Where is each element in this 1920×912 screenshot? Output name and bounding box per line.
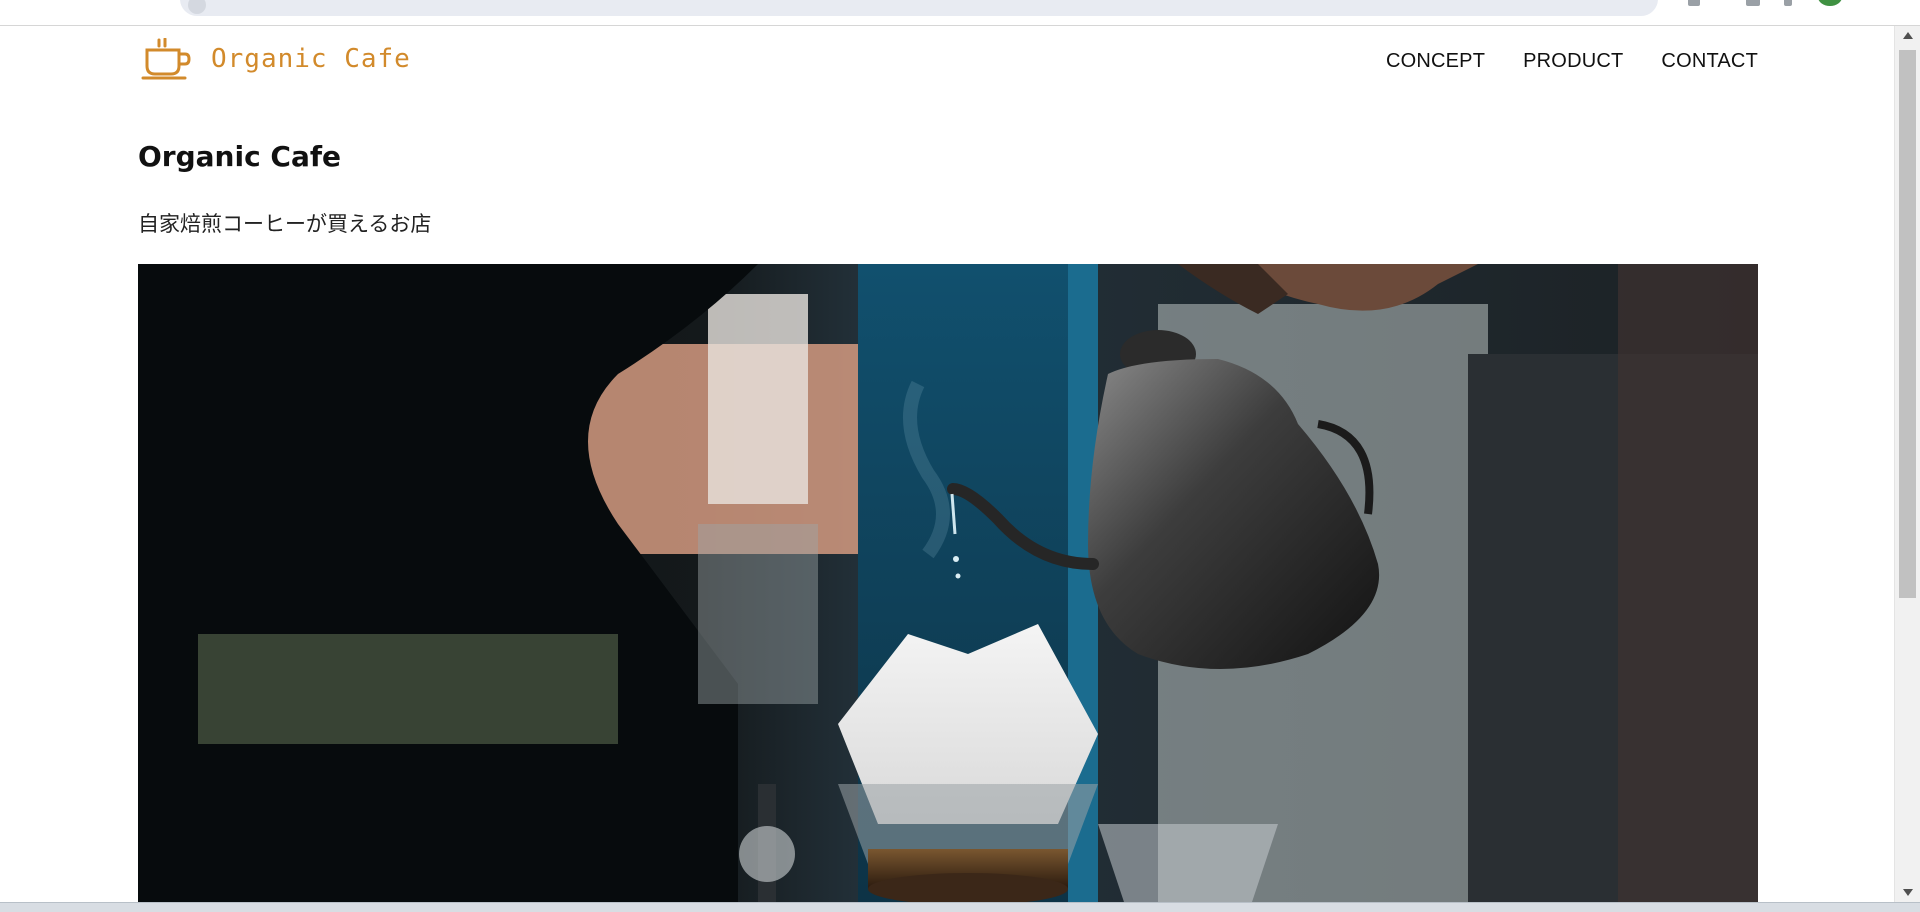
scroll-down-arrow-icon[interactable] xyxy=(1903,889,1913,896)
nav-contact[interactable]: CONTACT xyxy=(1661,50,1758,73)
profile-avatar[interactable] xyxy=(1818,0,1842,6)
scroll-up-arrow-icon[interactable] xyxy=(1903,32,1913,39)
taskbar-edge xyxy=(0,902,1920,912)
scrollbar-thumb[interactable] xyxy=(1899,50,1916,598)
page-title: Organic Cafe xyxy=(138,140,342,173)
menu-icon[interactable] xyxy=(1784,0,1792,6)
site-info-icon[interactable] xyxy=(188,0,206,14)
nav-product[interactable]: PRODUCT xyxy=(1523,50,1623,73)
address-bar[interactable] xyxy=(180,0,1658,16)
page-scrollbar[interactable] xyxy=(1894,26,1920,902)
main-nav: CONCEPT PRODUCT CONTACT xyxy=(1386,50,1758,73)
browser-toolbar xyxy=(0,0,1920,26)
site-header: Organic Cafe CONCEPT PRODUCT CONTACT xyxy=(0,26,1894,106)
logo-link[interactable]: Organic Cafe xyxy=(141,38,411,80)
hero-photo-illustration xyxy=(138,264,1758,902)
bookmark-icon[interactable] xyxy=(1746,0,1760,6)
hero-photo-coffee-pour-over xyxy=(138,264,1758,902)
nav-concept[interactable]: CONCEPT xyxy=(1386,50,1485,73)
coffee-cup-icon xyxy=(141,38,191,80)
extension-icon[interactable] xyxy=(1688,0,1700,6)
page-viewport: Organic Cafe CONCEPT PRODUCT CONTACT Org… xyxy=(0,26,1894,902)
page-subtitle: 自家焙煎コーヒーが買えるお店 xyxy=(138,212,432,236)
logo-text: Organic Cafe xyxy=(211,44,411,74)
